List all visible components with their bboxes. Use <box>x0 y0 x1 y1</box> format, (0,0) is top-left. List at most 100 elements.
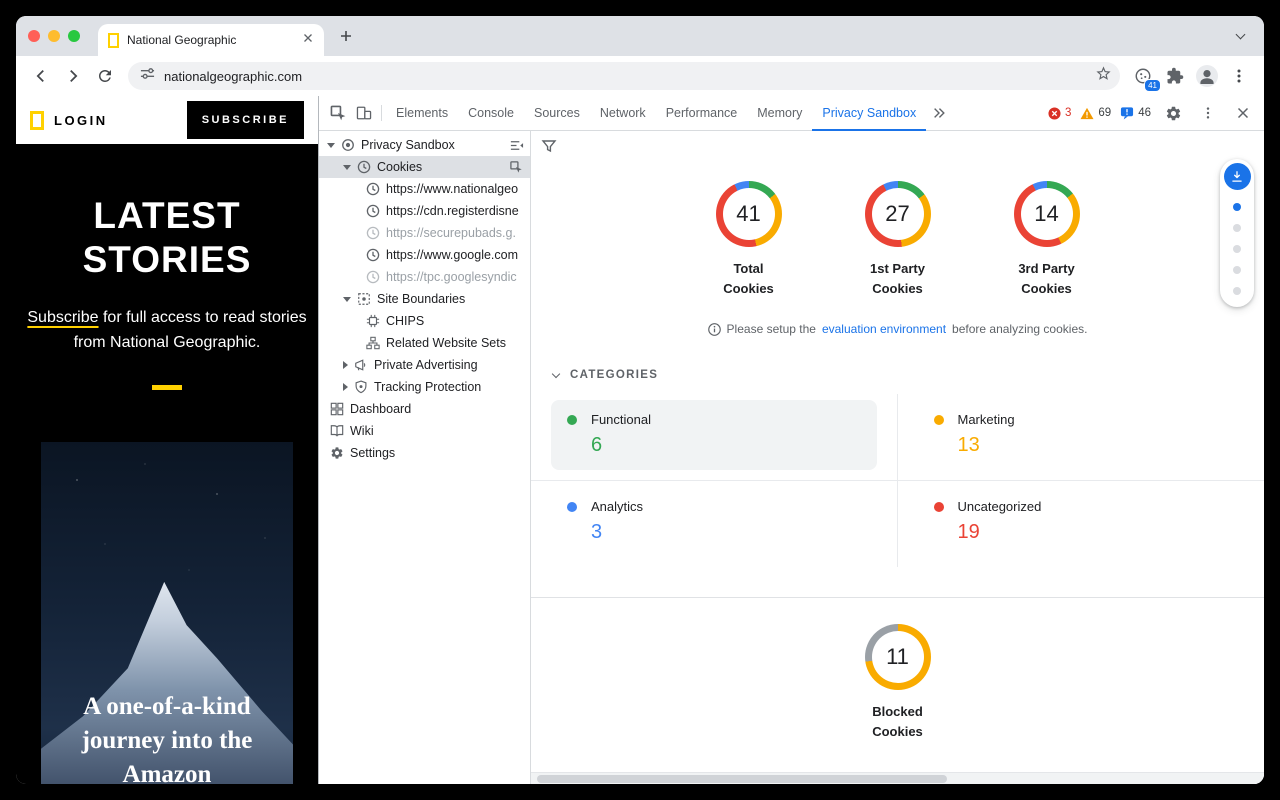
caret-right-icon[interactable] <box>343 361 348 369</box>
tree-item-cookie-url[interactable]: https://www.nationalgeo <box>319 178 530 200</box>
clock-icon <box>365 225 381 241</box>
tree-item-tracking-protection[interactable]: Tracking Protection <box>319 376 530 398</box>
hero-image[interactable]: A one-of-a-kind journey into the Amazon <box>41 442 293 784</box>
issues-count[interactable]: 46 <box>1120 106 1151 120</box>
scrollbar-thumb[interactable] <box>537 775 947 783</box>
download-report-button[interactable] <box>1224 163 1251 190</box>
more-tabs-icon[interactable] <box>926 100 952 126</box>
clock-icon <box>365 203 381 219</box>
tab-performance[interactable]: Performance <box>656 96 748 131</box>
page-title: LATEST STORIES <box>83 194 252 281</box>
browser-tab[interactable]: National Geographic <box>98 24 324 56</box>
tab-sources[interactable]: Sources <box>524 96 590 131</box>
extensions-puzzle-icon[interactable] <box>1160 61 1190 91</box>
tree-item-chips[interactable]: CHIPS <box>319 310 530 332</box>
tree-item-label: Privacy Sandbox <box>361 138 455 152</box>
category-name: Uncategorized <box>958 499 1042 514</box>
nav-dot[interactable] <box>1233 245 1241 253</box>
collapse-sidebar-icon[interactable] <box>506 138 526 153</box>
window-minimize-button[interactable] <box>48 30 60 42</box>
url-text[interactable]: nationalgeographic.com <box>164 69 1086 84</box>
first-party-cookies-label: 1st Party Cookies <box>870 259 925 299</box>
window-close-button[interactable] <box>28 30 40 42</box>
privacy-sandbox-extension-icon[interactable]: 41 <box>1128 61 1158 91</box>
devtools-status-area: 3 69 46 <box>1048 100 1258 126</box>
third-party-cookies-donut: 14 <box>1014 181 1080 247</box>
note-suffix: before analyzing cookies. <box>952 322 1087 336</box>
tab-close-icon[interactable] <box>302 31 314 49</box>
tracking-protection-icon <box>353 379 369 395</box>
inspect-element-icon[interactable] <box>325 100 351 126</box>
tree-item-label: Wiki <box>350 424 374 438</box>
tree-item-settings[interactable]: Settings <box>319 442 530 464</box>
caret-down-icon[interactable] <box>343 165 351 170</box>
error-count[interactable]: 3 <box>1048 107 1071 120</box>
total-cookies-donut: 41 <box>716 181 782 247</box>
natgeo-logo[interactable] <box>30 111 44 130</box>
tab-elements[interactable]: Elements <box>386 96 458 131</box>
inspect-small-icon[interactable] <box>506 160 526 174</box>
reload-button[interactable] <box>90 61 120 91</box>
nav-dot[interactable] <box>1233 266 1241 274</box>
category-cell-analytics[interactable]: Analytics 3 <box>531 481 898 567</box>
category-cell-marketing[interactable]: Marketing 13 <box>898 394 1265 481</box>
devtools-settings-gear-icon[interactable] <box>1160 100 1186 126</box>
window-zoom-button[interactable] <box>68 30 80 42</box>
address-bar[interactable]: nationalgeographic.com <box>128 62 1120 90</box>
tab-memory[interactable]: Memory <box>747 96 812 131</box>
tab-console[interactable]: Console <box>458 96 524 131</box>
tree-item-cookie-url[interactable]: https://cdn.registerdisne <box>319 200 530 222</box>
tab-network[interactable]: Network <box>590 96 656 131</box>
category-name: Analytics <box>591 499 643 514</box>
site-info-icon[interactable] <box>140 66 155 86</box>
tree-item-cookie-url[interactable]: https://tpc.googlesyndic <box>319 266 530 288</box>
evaluation-environment-link[interactable]: evaluation environment <box>822 322 946 336</box>
hero-caption[interactable]: A one-of-a-kind journey into the Amazon <box>41 690 293 784</box>
caret-down-icon[interactable] <box>327 143 335 148</box>
category-cell-functional[interactable]: Functional 6 <box>531 394 898 481</box>
devtools-close-icon[interactable] <box>1230 100 1256 126</box>
tree-item-site-boundaries[interactable]: Site Boundaries <box>319 288 530 310</box>
filter-funnel-icon[interactable] <box>541 138 557 159</box>
clock-icon <box>365 181 381 197</box>
tree-item-label: Related Website Sets <box>386 336 506 350</box>
subscribe-button[interactable]: SUBSCRIBE <box>187 101 304 139</box>
categories-header[interactable]: CATEGORIES <box>531 354 1264 394</box>
nav-dot-active[interactable] <box>1233 203 1241 211</box>
site-body: LATEST STORIES Subscribe for full access… <box>16 144 318 784</box>
tab-privacy-sandbox[interactable]: Privacy Sandbox <box>812 96 926 131</box>
horizontal-scrollbar[interactable] <box>531 772 1264 784</box>
cookie-url-label: https://www.nationalgeo <box>386 182 518 196</box>
nav-dot[interactable] <box>1233 287 1241 295</box>
label-line2: Cookies <box>1021 281 1072 296</box>
tree-item-cookies[interactable]: Cookies <box>319 156 530 178</box>
caret-down-icon[interactable] <box>343 297 351 302</box>
devtools-menu-kebab-icon[interactable] <box>1195 100 1221 126</box>
profile-avatar[interactable] <box>1192 61 1222 91</box>
tree-item-wiki[interactable]: Wiki <box>319 420 530 442</box>
nav-dot[interactable] <box>1233 224 1241 232</box>
new-tab-button[interactable] <box>332 22 360 50</box>
promo-text: Subscribe for full access to read storie… <box>27 306 307 356</box>
warning-count[interactable]: 69 <box>1080 107 1111 120</box>
tab-search-button[interactable] <box>1228 24 1252 48</box>
tree-item-cookie-url[interactable]: https://www.google.com <box>319 244 530 266</box>
forward-button[interactable] <box>58 61 88 91</box>
category-cell-uncategorized[interactable]: Uncategorized 19 <box>898 481 1265 567</box>
device-toolbar-icon[interactable] <box>351 100 377 126</box>
tab-title: National Geographic <box>127 33 294 47</box>
privacy-sandbox-icon <box>340 137 356 153</box>
tree-item-related-website-sets[interactable]: Related Website Sets <box>319 332 530 354</box>
login-link[interactable]: LOGIN <box>54 113 108 128</box>
browser-window: National Geographic nationalgeographic.c… <box>16 16 1264 784</box>
caret-right-icon[interactable] <box>343 383 348 391</box>
tree-item-privacy-sandbox[interactable]: Privacy Sandbox <box>319 134 530 156</box>
bookmark-star-icon[interactable] <box>1095 65 1112 87</box>
tree-item-label: CHIPS <box>386 314 424 328</box>
tree-item-dashboard[interactable]: Dashboard <box>319 398 530 420</box>
subscribe-link[interactable]: Subscribe <box>27 309 98 326</box>
back-button[interactable] <box>26 61 56 91</box>
browser-menu-kebab-icon[interactable] <box>1224 61 1254 91</box>
tree-item-private-advertising[interactable]: Private Advertising <box>319 354 530 376</box>
tree-item-cookie-url[interactable]: https://securepubads.g. <box>319 222 530 244</box>
